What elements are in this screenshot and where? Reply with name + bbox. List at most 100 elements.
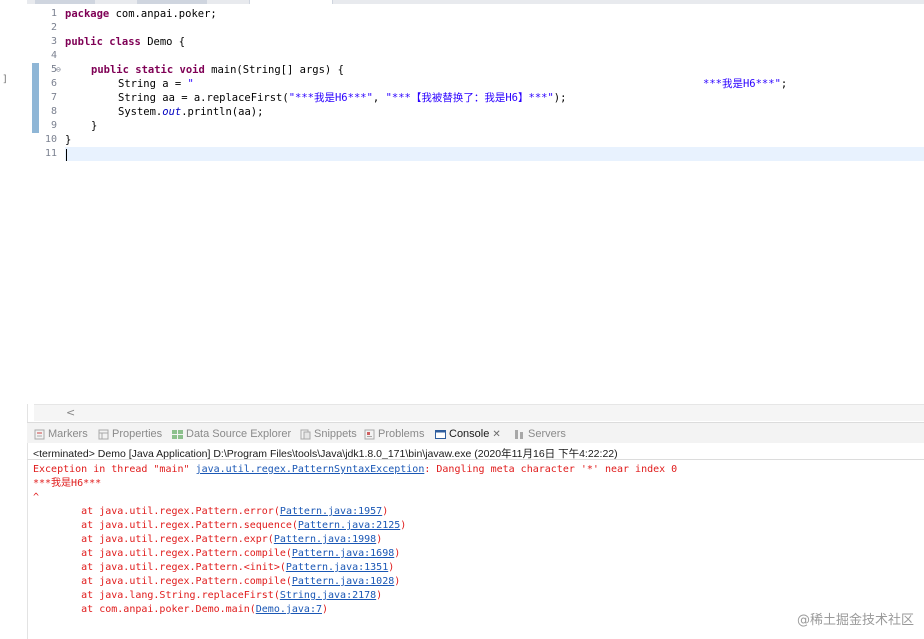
line-number: 4 (50, 50, 57, 61)
code-editor[interactable]: 1 2 3 4 5 ⊖ 6 7 8 9 10 11 package com.an… (27, 4, 924, 404)
source-link[interactable]: Demo.java:7 (256, 604, 322, 615)
code-line-7: String aa = a.replaceFirst("***我是H6***",… (118, 91, 566, 105)
console-text: at java.util.regex.Pattern.sequence( (33, 520, 298, 531)
line-number: 2 (50, 22, 57, 33)
stack-trace-line: at java.util.regex.Pattern.sequence(Patt… (33, 519, 406, 533)
console-text: at java.util.regex.Pattern.<init>( (33, 562, 286, 573)
keyword: static (135, 64, 174, 76)
stack-trace-line: at java.util.regex.Pattern.compile(Patte… (33, 547, 400, 561)
string-literal: "***我是H6***" (288, 92, 373, 104)
tab-problems[interactable]: Problems (364, 426, 424, 442)
code-text: main(String[] args) { (204, 64, 344, 76)
tab-markers[interactable]: Markers (34, 426, 88, 442)
code-text: ); (553, 92, 567, 104)
tab-label: Snippets (314, 428, 357, 440)
console-text: ) (382, 506, 389, 517)
string-literal: ***我是H6***" (703, 78, 781, 90)
console-text: ) (394, 576, 401, 587)
code-line-1: package com.anpai.poker; (65, 7, 217, 21)
code-text: Demo { (140, 36, 186, 48)
text-caret (66, 149, 67, 161)
code-text: , (372, 92, 386, 104)
keyword: void (179, 64, 205, 76)
code-text: System. (118, 106, 163, 118)
console-text: at java.util.regex.Pattern.expr( (33, 534, 274, 545)
code-line-6: String a = " (118, 77, 194, 91)
stack-trace-line: at java.lang.String.replaceFirst(String.… (33, 589, 382, 603)
watermark: @稀土掘金技术社区 (796, 613, 914, 628)
source-link[interactable]: Pattern.java:1351 (286, 562, 388, 573)
servers-icon (515, 429, 523, 439)
tab-snippets[interactable]: Snippets (300, 426, 357, 442)
keyword: public (91, 64, 129, 76)
source-link[interactable]: Pattern.java:1698 (292, 548, 394, 559)
snippets-icon (300, 429, 311, 439)
close-icon[interactable]: ✕ (492, 429, 500, 440)
code-text: String aa = a.replaceFirst( (118, 92, 289, 104)
line-number: 11 (44, 148, 57, 159)
console-text: at java.util.regex.Pattern.compile( (33, 548, 292, 559)
horizontal-scrollbar[interactable]: < (34, 404, 924, 421)
code-text: } (65, 134, 72, 146)
source-link[interactable]: Pattern.java:1957 (280, 506, 382, 517)
views-tab-bar: Markers Properties Data Source Explorer … (27, 422, 924, 443)
tab-label: Properties (112, 428, 163, 440)
console-text: Exception in thread "main" (33, 464, 196, 475)
line-number: 7 (50, 92, 57, 103)
code-text: String a = (118, 78, 188, 90)
exception-class-link[interactable]: java.util.regex.PatternSyntaxException (196, 464, 425, 475)
stack-trace-line: at com.anpai.poker.Demo.main(Demo.java:7… (33, 603, 328, 617)
stack-trace-line: at java.util.regex.Pattern.compile(Patte… (33, 575, 400, 589)
tab-console[interactable]: Console ✕ (435, 426, 501, 442)
source-link[interactable]: Pattern.java:2125 (298, 520, 400, 531)
tab-data-source-explorer[interactable]: Data Source Explorer (172, 426, 291, 442)
tab-label: Servers (528, 428, 566, 440)
console-text: ) (376, 590, 383, 601)
code-line-3: public class Demo { (65, 35, 185, 49)
console-text: ) (376, 534, 383, 545)
code-line-8: System.out.println(aa); (118, 105, 263, 119)
static-field: out (162, 106, 182, 118)
console-caret-line: ^ (33, 492, 40, 503)
line-number: 10 (44, 134, 57, 145)
line-number: 6 (50, 78, 57, 89)
fold-toggle-icon[interactable]: ⊖ (56, 63, 61, 77)
code-line-10: } (65, 133, 71, 147)
tab-label: Data Source Explorer (186, 428, 292, 440)
console-text: : Dangling meta character '*' near index… (424, 464, 678, 475)
stack-trace-line: at java.util.regex.Pattern.<init>(Patter… (33, 561, 394, 575)
code-text: .println(aa); (181, 106, 264, 118)
console-text: ) (322, 604, 329, 615)
console-icon (435, 429, 446, 439)
markers-icon (34, 429, 45, 439)
string-literal: " (187, 78, 194, 90)
code-text: ; (780, 78, 788, 90)
tab-label: Console (449, 428, 490, 440)
line-number: 9 (50, 120, 57, 131)
stack-trace-line: at java.util.regex.Pattern.error(Pattern… (33, 505, 388, 519)
console-exception-line: Exception in thread "main" java.util.reg… (33, 463, 677, 477)
console-text: ) (400, 520, 407, 531)
source-link[interactable]: String.java:2178 (280, 590, 376, 601)
console-text: ) (388, 562, 395, 573)
stack-trace-line: at java.util.regex.Pattern.expr(Pattern.… (33, 533, 382, 547)
divider (27, 459, 924, 460)
console-pattern-line: ***我是H6*** (33, 478, 102, 489)
tab-label: Problems (378, 428, 425, 440)
source-link[interactable]: Pattern.java:1998 (274, 534, 376, 545)
keyword: class (109, 36, 141, 48)
left-panel-strip: ] (0, 0, 28, 639)
keyword: package (65, 8, 110, 20)
tab-servers[interactable]: Servers (514, 426, 566, 442)
code-text: } (91, 120, 98, 132)
scroll-left-icon[interactable]: < (66, 406, 75, 419)
data-source-icon (172, 429, 183, 439)
line-number: 8 (50, 106, 57, 117)
code-text: com.anpai.poker; (109, 8, 217, 20)
console-text: ) (394, 548, 401, 559)
console-text: at java.lang.String.replaceFirst( (33, 590, 280, 601)
line-number: 1 (50, 8, 57, 19)
source-link[interactable]: Pattern.java:1028 (292, 576, 394, 587)
console-text: at java.util.regex.Pattern.compile( (33, 576, 292, 587)
tab-properties[interactable]: Properties (98, 426, 162, 442)
